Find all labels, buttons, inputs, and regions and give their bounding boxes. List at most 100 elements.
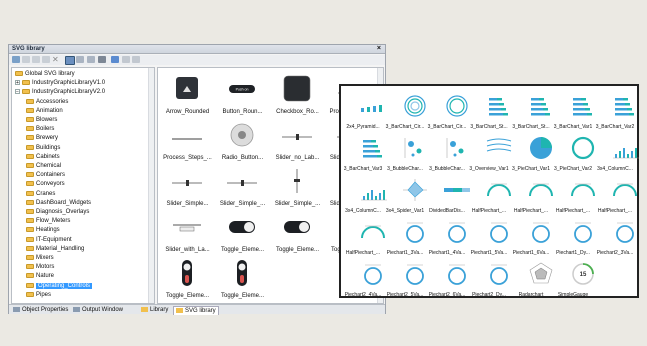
slider-vertical-icon: [280, 167, 314, 197]
chart-widget-item[interactable]: DividedBarDis...: [426, 174, 470, 214]
folder-icon: [176, 307, 183, 313]
chart-widget-item[interactable]: 3_BarChart_Var2: [594, 90, 636, 130]
chart-widget-item[interactable]: Piechart1_5Va...: [468, 216, 510, 256]
chart-widget-item[interactable]: 3_BarChart_Cir...: [426, 90, 468, 130]
tree-item-label: Accessories: [36, 98, 69, 105]
gallery-item[interactable]: Push on Button_Roun...: [215, 73, 270, 115]
tree-item[interactable]: Heatings: [26, 226, 60, 234]
chart-widget-item[interactable]: Piechart1_3Va...: [384, 216, 426, 256]
tree-item[interactable]: Pipes: [26, 291, 51, 299]
tree-item[interactable]: Animation: [26, 107, 63, 115]
gallery-item[interactable]: Checkbox_Ro...: [270, 73, 325, 115]
tree-item[interactable]: Chemical: [26, 162, 61, 170]
chart-widget-item[interactable]: 15 SimpleGauge: [552, 258, 594, 298]
tree-item[interactable]: Diagnosis_Overlays: [26, 208, 89, 216]
gallery-item[interactable]: Toggle_Eleme...: [160, 257, 215, 299]
tree-item[interactable]: Material_Handling: [26, 245, 84, 253]
tab-output-window[interactable]: Output Window: [73, 306, 123, 314]
close-icon[interactable]: ×: [377, 45, 381, 52]
tree-item[interactable]: Accessories: [26, 98, 68, 106]
gallery-item[interactable]: Arrow_Rounded: [160, 73, 215, 115]
tree-item[interactable]: DashBoard_Widgets: [26, 199, 91, 207]
tree-item[interactable]: IT-Equipment: [26, 236, 72, 244]
expander-icon[interactable]: +: [15, 80, 20, 86]
tree-item[interactable]: Cranes: [26, 190, 55, 198]
chart-widget-item[interactable]: 3_BarChart_Cir...: [384, 90, 426, 130]
title-bar: SVG library ×: [9, 45, 385, 54]
tree-item[interactable]: Boilers: [26, 125, 54, 133]
svg-view-icon[interactable]: [111, 56, 119, 63]
tree-scrollbar[interactable]: [148, 68, 154, 303]
chart-widget-item[interactable]: Piechart2_4Va...: [342, 258, 384, 298]
chart-widget-item[interactable]: HalfPiechart_...: [468, 174, 511, 214]
folder-icon: [26, 208, 34, 214]
tree-item[interactable]: Cabinets: [26, 153, 60, 161]
gallery-item[interactable]: Slider_Simple...: [160, 165, 215, 207]
gallery-item[interactable]: Toggle_Eleme...: [215, 211, 270, 253]
chart-widget-item[interactable]: 3x4_ColumnC...: [594, 132, 639, 172]
expander-icon[interactable]: −: [15, 89, 20, 95]
tree-item[interactable]: Nature: [26, 272, 54, 280]
gallery-icon[interactable]: [122, 56, 130, 63]
chart-widget-item[interactable]: 3_BarChart_Var1: [552, 90, 594, 130]
details-view-icon[interactable]: [98, 56, 106, 63]
chart-widget-item[interactable]: 3_BarChart_St...: [510, 90, 552, 130]
tile-icon[interactable]: [132, 56, 140, 63]
tab-svg-library[interactable]: SVG library: [173, 306, 219, 315]
chart-widget-item[interactable]: HalfPiechart_...: [552, 174, 595, 214]
chart-widget-item[interactable]: HalfPiechart_...: [342, 216, 385, 256]
tree-item[interactable]: Global SVG library: [15, 70, 75, 78]
chart-widget-item[interactable]: Piechart1_6Va...: [510, 216, 552, 256]
delete-icon[interactable]: ✕: [52, 56, 60, 64]
tree-item[interactable]: Operating_Controls: [26, 282, 93, 290]
new-icon[interactable]: [22, 56, 30, 63]
chart-widget-item[interactable]: 3_PieChart_Var1: [510, 132, 552, 172]
tree-item[interactable]: Buildings: [26, 144, 60, 152]
chart-widget-item[interactable]: 3x4_ColumnC...: [342, 174, 387, 214]
gallery-item[interactable]: Process_Steps_...: [160, 119, 215, 161]
tree-item[interactable]: Mixers: [26, 254, 54, 262]
chart-widget-item[interactable]: Radarchart: [510, 258, 553, 298]
small-icons-view-icon[interactable]: [76, 56, 84, 63]
chart-widget-item[interactable]: Piechart2_6Va...: [426, 258, 468, 298]
chart-widget-item[interactable]: 3_BarChart_Var3: [342, 132, 384, 172]
folder-icon: [26, 264, 34, 270]
gallery-item[interactable]: Toggle_Eleme...: [215, 257, 270, 299]
chart-widget-item[interactable]: Piechart1_4Va...: [426, 216, 468, 256]
tree-item[interactable]: − IndustryGraphicLibraryV2.0: [15, 88, 105, 96]
large-icons-view-icon[interactable]: [65, 56, 75, 65]
gallery-item[interactable]: Slider_no_Lab...: [270, 119, 325, 161]
list-view-icon[interactable]: [87, 56, 95, 63]
tree-item[interactable]: Blowers: [26, 116, 57, 124]
tree-item[interactable]: Conveyors: [26, 180, 65, 188]
gallery-item[interactable]: Slider_Simple_...: [270, 165, 325, 207]
copy-icon[interactable]: [32, 56, 40, 63]
tree-item[interactable]: Motors: [26, 263, 54, 271]
chart-widget-item[interactable]: 2x4_Pyramid...: [342, 90, 384, 130]
chart-widget-item[interactable]: Piechart2_3Va...: [594, 216, 636, 256]
chart-widget-item[interactable]: HalfPiechart_...: [594, 174, 637, 214]
library-icon[interactable]: [12, 56, 20, 63]
tab-object-properties[interactable]: Object Properties: [13, 306, 68, 314]
chart-widget-item[interactable]: Piechart2_5Va...: [384, 258, 426, 298]
tree-item[interactable]: + IndustryGraphicLibraryV1.0: [15, 79, 105, 87]
tree-item[interactable]: Brewery: [26, 134, 58, 142]
chart-widget-item[interactable]: Piechart2_Dy...: [468, 258, 510, 298]
chart-widget-item[interactable]: 3_PieChart_Var2: [552, 132, 595, 172]
gallery-item[interactable]: Toggle_Eleme...: [270, 211, 325, 253]
tab-library[interactable]: Library: [141, 306, 168, 314]
library-tree[interactable]: Global SVG library + IndustryGraphicLibrar…: [11, 67, 155, 304]
chart-widget-item[interactable]: 3_Overview_Var1: [468, 132, 512, 172]
gallery-item[interactable]: Slider_with_La...: [160, 211, 215, 253]
chart-widget-item[interactable]: 3_BarChart_St...: [468, 90, 510, 130]
tree-item[interactable]: Containers: [26, 171, 65, 179]
tree-item[interactable]: Flow_Meters: [26, 217, 70, 225]
chart-widget-item[interactable]: 3_BubbleChar...: [384, 132, 426, 172]
chart-widget-item[interactable]: 3_BubbleChar...: [426, 132, 468, 172]
chart-widget-item[interactable]: 3x4_Spider_Var1: [384, 174, 427, 214]
chart-widget-item[interactable]: HalfPiechart_...: [510, 174, 553, 214]
gallery-item[interactable]: Radio_Button...: [215, 119, 270, 161]
chart-widget-item[interactable]: Piechart1_Dy...: [552, 216, 594, 256]
paste-icon[interactable]: [42, 56, 50, 63]
gallery-item[interactable]: Slider_Simple_...: [215, 165, 270, 207]
